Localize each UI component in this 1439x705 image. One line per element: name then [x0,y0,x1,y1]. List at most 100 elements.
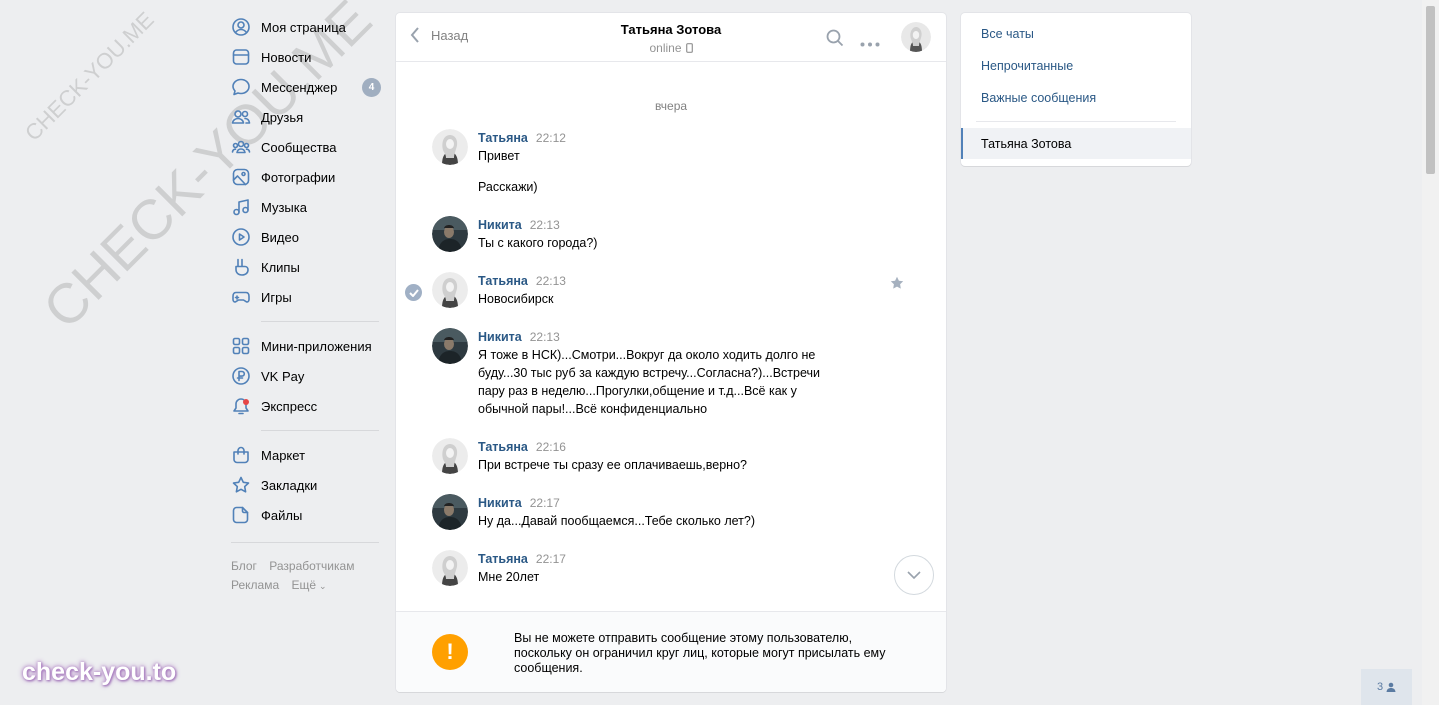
message-time[interactable]: 22:12 [536,131,566,145]
message-header: Татьяна 22:16 [478,438,872,456]
footer-link-developers[interactable]: Разработчикам [269,559,354,573]
sidebar-item-messenger[interactable]: Мессенджер 4 [231,72,381,102]
sidebar-item-news[interactable]: Новости [231,42,381,72]
sidebar-divider [261,430,379,431]
watermark-small: CHECK-YOU.ME [20,6,159,146]
sidebar-item-clips[interactable]: Клипы [231,252,381,282]
chevron-down-icon: ⌄ [319,581,327,591]
sidebar-footer: Блог Разработчикам Реклама Ещё ⌄ [231,557,381,596]
message-item[interactable]: Татьяна 22:17 Мне 20лет [432,550,872,586]
sidebar-item-label: Маркет [261,447,306,463]
message-header: Никита 22:17 [478,494,872,512]
apps-icon [231,336,251,356]
sidebar-item-label: Клипы [261,259,300,275]
brand-logo: check-you.to [22,658,177,686]
sidebar-item-label: Сообщества [261,139,337,155]
page-scrollbar[interactable] [1422,0,1439,705]
filter-important[interactable]: Важные сообщения [961,82,1191,114]
message-text: Мне 20лет [478,570,540,584]
avatar[interactable] [432,494,468,530]
message-item[interactable]: Никита 22:13 Ты с какого города?) [432,216,872,252]
avatar[interactable] [432,272,468,308]
user-circle-icon [231,17,251,37]
sidebar-item-mini-apps[interactable]: Мини-приложения [231,331,381,361]
online-friends-count: 3 [1376,681,1384,693]
message-author[interactable]: Никита [478,218,522,232]
message-author[interactable]: Татьяна [478,440,528,454]
sidebar-item-vk-pay[interactable]: VK Pay [231,361,381,391]
footer-more-label: Ещё [291,578,317,592]
sidebar-item-video[interactable]: Видео [231,222,381,252]
message-time[interactable]: 22:16 [536,440,566,454]
games-icon [231,287,251,307]
sidebar-item-my-page[interactable]: Моя страница [231,12,381,42]
communities-icon [231,137,251,157]
message-item[interactable]: Татьяна 22:12 Привет Расскажи) [432,129,872,196]
filter-all-chats[interactable]: Все чаты [961,18,1191,50]
message-time[interactable]: 22:13 [530,330,560,344]
avatar[interactable] [432,328,468,364]
chat-header: Назад Татьяна Зотова online [396,13,946,62]
peer-status: online [649,41,693,55]
chevron-down-icon [907,571,921,579]
message-time[interactable]: 22:13 [530,218,560,232]
peer-avatar[interactable] [901,22,931,52]
message-header: Никита 22:13 [478,328,872,346]
sidebar-item-express[interactable]: Экспресс [231,391,381,421]
sidebar-item-files[interactable]: Файлы [231,500,381,530]
scroll-to-bottom-button[interactable] [894,555,934,595]
message-author[interactable]: Татьяна [478,274,528,288]
warning-icon: ! [432,634,468,670]
sidebar-footer-divider [231,542,379,543]
avatar[interactable] [432,550,468,586]
search-icon[interactable] [826,29,844,50]
star-icon[interactable] [890,276,904,293]
message-time[interactable]: 22:13 [536,274,566,288]
sidebar-item-friends[interactable]: Друзья [231,102,381,132]
message-time[interactable]: 22:17 [536,552,566,566]
sidebar-item-label: Мессенджер [261,79,338,95]
active-chat-item[interactable]: Татьяна Зотова [961,128,1191,159]
message-author[interactable]: Татьяна [478,131,528,145]
message-item[interactable]: Никита 22:13 Я тоже в НСК)...Смотри...Вок… [432,328,872,418]
avatar[interactable] [432,216,468,252]
sidebar-item-music[interactable]: Музыка [231,192,381,222]
footer-link-more[interactable]: Ещё ⌄ [291,578,326,592]
message-item[interactable]: Татьяна 22:16 При встрече ты сразу ее опл… [432,438,872,474]
filter-unread[interactable]: Непрочитанные [961,50,1191,82]
message-item[interactable]: Никита 22:17 Ну да...Давай пообщаемся...Т… [432,494,872,530]
footer-link-blog[interactable]: Блог [231,559,257,573]
sidebar-item-communities[interactable]: Сообщества [231,132,381,162]
message-body: Татьяна 22:12 Привет Расскажи) [478,129,872,196]
avatar[interactable] [432,129,468,165]
message-item[interactable]: Татьяна 22:13 Новосибирск [432,272,872,308]
star-icon [231,475,251,495]
more-options-icon[interactable] [860,35,880,50]
sidebar-item-label: Видео [261,229,299,245]
footer-link-ads[interactable]: Реклама [231,578,279,592]
user-icon [1386,682,1396,692]
sidebar-item-photos[interactable]: Фотографии [231,162,381,192]
message-body: Никита 22:17 Ну да...Давай пообщаемся...Т… [478,494,872,530]
message-author[interactable]: Никита [478,330,522,344]
sidebar-item-label: Фотографии [261,169,336,185]
market-icon [231,445,251,465]
message-time[interactable]: 22:17 [530,496,560,510]
sidebar-item-games[interactable]: Игры [231,282,381,312]
sidebar-item-market[interactable]: Маркет [231,440,381,470]
message-list[interactable]: вчера Татьяна 22:12 Привет Расскажи) Ники… [396,63,946,611]
scrollbar-thumb[interactable] [1426,6,1435,174]
sidebar-item-label: Файлы [261,507,303,523]
message-author[interactable]: Никита [478,496,522,510]
avatar[interactable] [432,438,468,474]
online-friends-button[interactable]: 3 [1361,669,1412,705]
message-body: Татьяна 22:16 При встрече ты сразу ее опл… [478,438,872,474]
sidebar-item-label: Мини-приложения [261,338,372,354]
message-author[interactable]: Татьяна [478,552,528,566]
message-text: Я тоже в НСК)...Смотри...Вокруг да около… [478,348,821,416]
left-sidebar: Моя страница Новости Мессенджер 4 Друзья… [231,12,381,596]
message-selected-check-icon[interactable] [405,284,422,301]
message-text: Привет [478,149,520,163]
chat-filter-panel: Все чаты Непрочитанные Важные сообщения … [961,13,1191,166]
sidebar-item-bookmarks[interactable]: Закладки [231,470,381,500]
